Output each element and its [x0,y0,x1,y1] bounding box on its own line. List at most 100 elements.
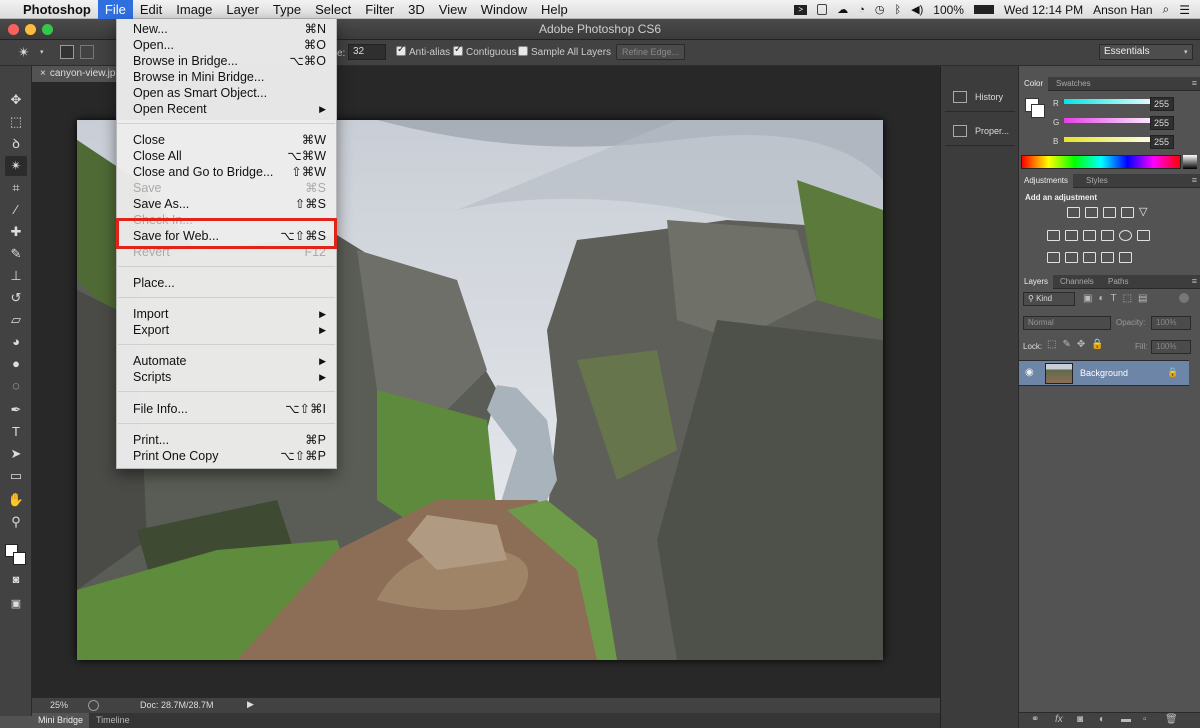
cloud-icon[interactable]: ☁ [837,3,848,16]
menu-item-print-one-copy[interactable]: Print One Copy ⌥⇧⌘P [117,448,336,464]
lock-options-icons[interactable]: ⬚✎✥🔒 [1047,339,1110,350]
menu-item-browse-in-mini-bridge[interactable]: Browse in Mini Bridge... [117,69,336,85]
blur-tool-icon[interactable]: ● [5,354,27,374]
spotlight-search-icon[interactable]: ⌕ [1163,2,1170,17]
workspace-switcher[interactable]: Essentials [1099,44,1193,60]
vibrance-icon[interactable]: ▽ [1139,207,1152,218]
tab-styles[interactable]: Styles [1081,174,1113,188]
menu-edit[interactable]: Edit [133,0,169,19]
eyedropper-tool-icon[interactable]: ⁄ [5,200,27,220]
channel-r-value[interactable]: 255 [1150,97,1174,111]
layer-name[interactable]: Background [1080,368,1128,378]
tab-timeline[interactable]: Timeline [90,713,136,728]
terminal-icon[interactable]: > [794,4,808,15]
new-selection-icon[interactable] [60,45,74,59]
color-lookup-icon[interactable] [1137,230,1150,241]
brush-tool-icon[interactable]: ✎ [5,244,27,264]
tab-layers[interactable]: Layers [1019,275,1054,289]
workspace-dropdown-icon[interactable]: ▾ [1184,48,1188,56]
opacity-input[interactable]: 100% [1151,316,1191,330]
add-mask-icon[interactable]: ◙ [1077,714,1083,725]
volume-icon[interactable]: ◀) [911,3,923,16]
layer-visibility-eye-icon[interactable]: ◉ [1025,367,1034,378]
menu-item-close-and-go-to-bridge[interactable]: Close and Go to Bridge... ⇧⌘W [117,164,336,180]
menu-item-scripts[interactable]: Scripts ▶ [117,369,336,385]
tab-mini-bridge[interactable]: Mini Bridge [32,713,90,728]
blend-mode-select[interactable]: Normal [1023,316,1111,330]
color-panel-menu-icon[interactable]: ≡ [1192,77,1197,90]
color-balance-icon[interactable] [1065,230,1078,241]
menu-file[interactable]: File [97,0,133,19]
menu-item-import[interactable]: Import ▶ [117,306,336,322]
paint-bucket-tool-icon[interactable]: ◕ [5,332,27,352]
tolerance-input[interactable]: 32 [348,44,386,60]
history-panel-button[interactable]: History [945,82,1015,112]
history-brush-tool-icon[interactable]: ↺ [5,288,27,308]
bluetooth-icon[interactable]: ᛒ [895,4,902,16]
layers-panel-menu-icon[interactable]: ≡ [1192,275,1197,288]
minimize-window-icon[interactable] [25,24,36,35]
channel-b-value[interactable]: 255 [1150,135,1174,149]
new-adjustment-layer-icon[interactable]: ◐ [1099,714,1105,725]
brightness-contrast-icon[interactable] [1067,207,1080,218]
posterize-icon[interactable] [1065,252,1078,263]
healing-brush-tool-icon[interactable]: ✚ [5,222,27,242]
path-selection-tool-icon[interactable]: ➤ [5,444,27,464]
status-menu-arrow-icon[interactable]: ▶ [247,699,254,710]
menu-item-save-as[interactable]: Save As... ⇧⌘S [117,196,336,212]
new-group-icon[interactable]: ▬ [1121,714,1131,725]
tab-swatches[interactable]: Swatches [1051,77,1096,91]
menu-item-open[interactable]: Open... ⌘O [117,37,336,53]
layer-row[interactable]: ◉ Background 🔒 [1019,360,1189,386]
menu-item-open-recent[interactable]: Open Recent ▶ [117,101,336,117]
notification-center-icon[interactable]: ☰ [1179,3,1190,17]
threshold-icon[interactable] [1083,252,1096,263]
menu-item-close-all[interactable]: Close All ⌥⌘W [117,148,336,164]
menu-item-export[interactable]: Export ▶ [117,322,336,338]
layer-filter-toggle-icon[interactable] [1179,293,1189,303]
tab-paths[interactable]: Paths [1103,275,1133,289]
exposure-icon[interactable] [1121,207,1134,218]
menu-item-automate[interactable]: Automate ▶ [117,353,336,369]
menu-item-place[interactable]: Place... [117,275,336,291]
menu-item-new[interactable]: New... ⌘N [117,21,336,37]
apple-menu-icon[interactable] [0,0,16,19]
menubar-clock[interactable]: Wed 12:14 PM [1004,3,1083,17]
menu-item-close[interactable]: Close ⌘W [117,132,336,148]
hue-saturation-icon[interactable] [1047,230,1060,241]
sample-all-layers-checkbox[interactable] [518,46,528,56]
gradient-map-icon[interactable] [1119,252,1132,263]
layer-filter-kind[interactable]: ⚲ Kind [1023,292,1075,306]
levels-icon[interactable] [1085,207,1098,218]
wifi-icon[interactable]: ◔ [858,4,865,16]
tab-adjustments[interactable]: Adjustments [1019,174,1074,188]
channel-g-value[interactable]: 255 [1150,116,1174,130]
channel-b-slider[interactable] [1064,137,1162,142]
dodge-tool-icon[interactable]: ◌ [5,376,27,396]
menu-help[interactable]: Help [534,0,575,19]
new-layer-icon[interactable]: ▫ [1143,714,1147,725]
status-options-icon[interactable] [88,700,99,711]
battery-icon[interactable] [973,5,994,14]
menu-item-print[interactable]: Print... ⌘P [117,432,336,448]
refine-edge-button[interactable]: Refine Edge... [616,44,685,60]
close-window-icon[interactable] [8,24,19,35]
preset-dropdown-icon[interactable]: ▾ [40,48,44,56]
color-background-swatch[interactable] [1031,104,1045,118]
menu-item-open-as-smart-object[interactable]: Open as Smart Object... [117,85,336,101]
menu-select[interactable]: Select [308,0,358,19]
layer-filter-type-icons[interactable]: ▣◐T⬚▤ [1083,293,1154,304]
eraser-tool-icon[interactable]: ▱ [5,310,27,330]
menu-layer[interactable]: Layer [219,0,266,19]
menu-window[interactable]: Window [474,0,534,19]
menu-app-photoshop[interactable]: Photoshop [16,0,98,19]
link-layers-icon[interactable]: ⚭ [1031,714,1039,725]
marquee-tool-icon[interactable]: ⬚ [5,112,27,132]
color-spectrum-ramp[interactable] [1021,155,1181,169]
hand-tool-icon[interactable]: ✋ [5,490,27,510]
black-white-ramp[interactable] [1183,155,1197,169]
magic-wand-tool-icon[interactable]: ✴ [5,156,27,176]
properties-panel-button[interactable]: Proper... [945,116,1015,146]
add-selection-icon[interactable] [80,45,94,59]
tab-color[interactable]: Color [1019,77,1049,91]
